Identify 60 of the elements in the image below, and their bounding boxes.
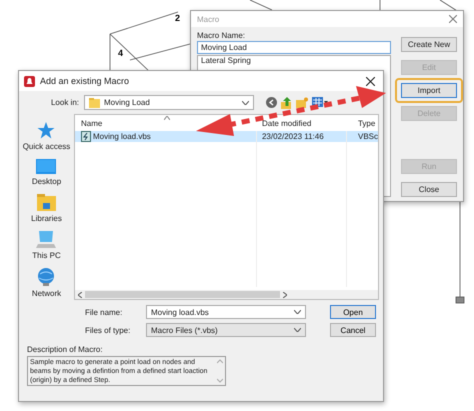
dialog-button[interactable]: Cancel [330,323,376,337]
dropdown-value: Moving Load [104,98,151,107]
close-icon[interactable] [366,76,375,86]
sidebar-item[interactable]: Desktop [32,159,62,186]
file-name-field[interactable]: Moving load.vbs [146,305,306,319]
folder-icon [89,98,100,108]
sidebar-item[interactable]: Quick access [22,122,70,151]
dialog-button[interactable]: Create New [401,37,457,52]
window-title: Macro [197,14,220,24]
desktop-icon [36,159,56,174]
list-item[interactable]: Lateral Spring [201,56,387,65]
scroll-left-icon[interactable] [78,292,82,298]
libraries-icon [36,194,56,211]
field-label: File name: [85,308,124,316]
file-name: Moving load.vbs [92,131,151,142]
macro-name-field[interactable]: Moving Load [197,41,391,54]
field-label: Files of type: [85,326,132,334]
computer-icon [36,231,56,248]
star-icon [37,122,56,139]
file-row[interactable]: Moving load.vbs 23/02/2023 11:46 VBSc [74,131,378,142]
dialog-button[interactable]: Import [401,83,457,98]
field-label: Look in: [50,98,80,107]
node-label: 4 [118,48,124,58]
chevron-icon [294,328,301,332]
node-label: 2 [175,13,180,23]
sort-caret-icon [164,116,170,120]
column-header[interactable]: Type [352,118,378,128]
window-title: Add an existing Macro [40,76,130,86]
column-header[interactable]: Name [74,118,256,128]
place-label: Quick access [22,142,70,151]
look-in-dropdown[interactable]: Moving Load [84,95,254,110]
file-type-dropdown[interactable]: Macro Files (*.vbs) [146,323,306,337]
new-folder-icon[interactable] [296,97,308,108]
scroll-right-icon[interactable] [282,292,287,298]
chevron-icon [294,310,301,314]
scrollbar-thumb[interactable] [84,291,280,298]
dialog-button[interactable]: Close [401,182,457,197]
app-icon [24,76,35,86]
back-icon[interactable] [266,97,277,108]
place-label: Desktop [32,177,62,186]
field-label: Macro Name: [197,31,246,40]
script-file-icon [80,131,91,142]
sidebar-item[interactable]: Libraries [31,194,62,223]
network-icon [37,268,56,286]
column-header[interactable]: Date modified [256,118,352,128]
chevron-icon [242,100,249,104]
field-label: Description of Macro: [27,345,104,354]
sidebar-item[interactable]: Network [32,268,62,298]
dialog-button[interactable]: Open [330,305,376,319]
up-folder-icon[interactable] [281,96,292,108]
place-label: This PC [32,251,61,260]
structure-line [250,0,272,10]
support-icon [456,296,464,304]
view-menu-icon[interactable] [312,97,328,108]
file-type: VBSc [356,131,378,142]
file-date: 23/02/2023 11:46 [260,131,325,142]
place-label: Libraries [31,214,62,223]
place-label: Network [32,289,62,298]
sidebar-item[interactable]: This PC [32,231,61,260]
horizontal-scrollbar[interactable] [74,290,378,299]
